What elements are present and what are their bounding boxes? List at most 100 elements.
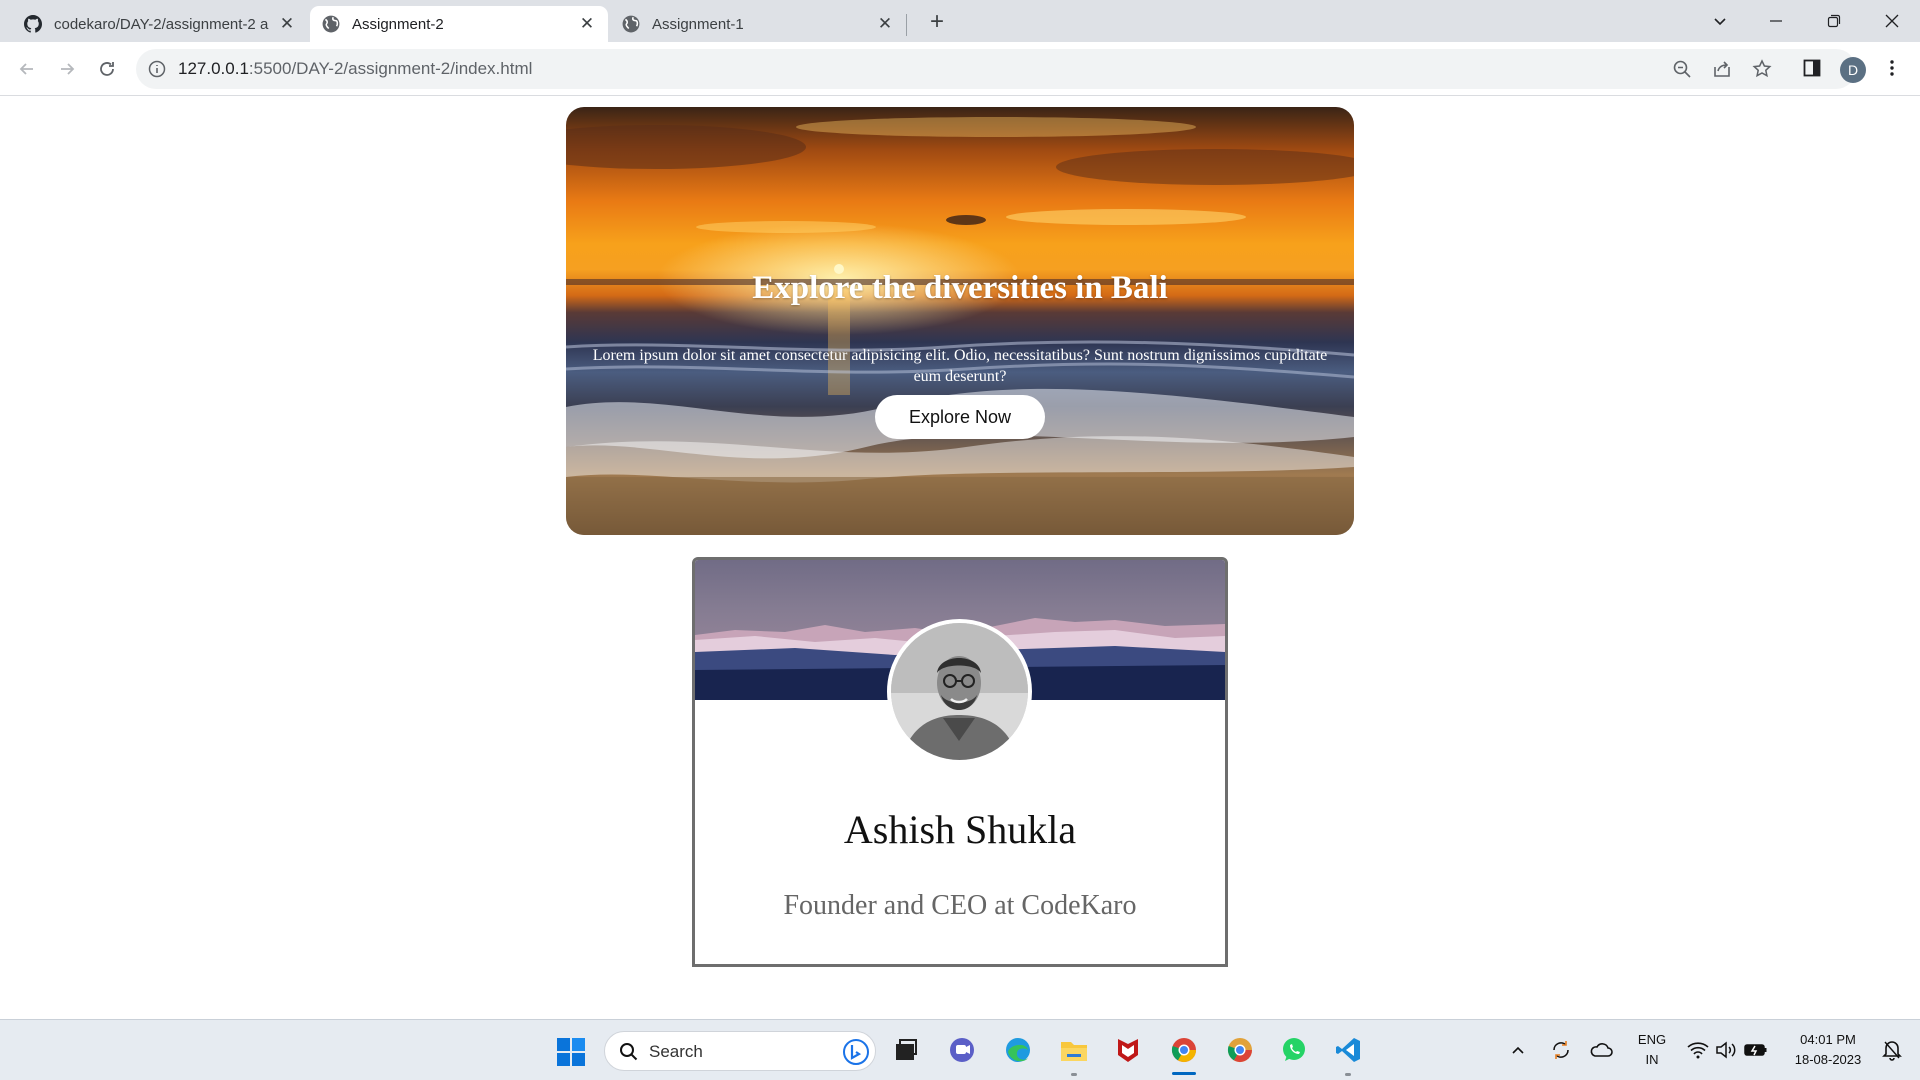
teams-chat-icon xyxy=(950,1038,974,1062)
tab-title: Assignment-2 xyxy=(352,15,444,33)
tab-strip: codekaro/DAY-2/assignment-2 a ✕ Assignme… xyxy=(0,0,1920,42)
explore-now-button[interactable]: Explore Now xyxy=(875,395,1045,439)
minimize-icon xyxy=(1770,20,1782,22)
sunset-beach-image xyxy=(566,117,1354,535)
search-label: Search xyxy=(649,1042,703,1061)
whatsapp-icon xyxy=(1283,1038,1305,1061)
clock-time: 04:01 PM xyxy=(1800,1032,1856,1047)
hero-title: Explore the diversities in Bali xyxy=(752,270,1168,306)
tab-search-button[interactable] xyxy=(1692,0,1748,42)
edge-icon xyxy=(1006,1038,1030,1062)
close-icon xyxy=(1885,14,1899,28)
chevron-down-icon xyxy=(1714,18,1726,26)
sync-icon xyxy=(1553,1041,1569,1059)
profile-avatar[interactable]: D xyxy=(1840,57,1866,83)
hero-description: Lorem ipsum dolor sit amet consectetur a… xyxy=(592,347,1328,385)
mcafee-button[interactable] xyxy=(1112,1034,1144,1066)
taskbar-search[interactable]: Search xyxy=(604,1031,876,1071)
minimize-button[interactable] xyxy=(1748,0,1804,42)
volume-tray-button[interactable] xyxy=(1712,1034,1740,1066)
chevron-up-icon xyxy=(1512,1046,1524,1054)
windows-taskbar: Search ENG IN 04:01 PM 18-08-2023 xyxy=(0,1019,1920,1080)
address-bar[interactable]: 127.0.0.1:5500/DAY-2/assignment-2/index.… xyxy=(136,49,1856,89)
restore-icon xyxy=(1827,14,1841,28)
tab-assignment-1[interactable]: Assignment-1 ✕ xyxy=(610,6,906,42)
whatsapp-button[interactable] xyxy=(1278,1034,1310,1066)
side-panel-button[interactable] xyxy=(1800,56,1824,80)
chrome-button[interactable] xyxy=(1168,1034,1200,1066)
arrow-right-icon xyxy=(61,63,75,75)
notifications-button[interactable] xyxy=(1878,1034,1906,1066)
close-tab-icon[interactable]: ✕ xyxy=(278,15,296,33)
onedrive-tray-button[interactable] xyxy=(1586,1034,1616,1066)
show-hidden-icons-button[interactable] xyxy=(1506,1034,1530,1066)
side-panel-icon xyxy=(1803,59,1821,77)
menu-button[interactable] xyxy=(1880,56,1904,80)
share-icon[interactable] xyxy=(1712,59,1732,79)
profile-role: Founder and CEO at CodeKaro xyxy=(783,890,1137,921)
back-button[interactable] xyxy=(12,54,42,84)
reload-icon xyxy=(100,62,114,76)
url-text[interactable]: 127.0.0.1:5500/DAY-2/assignment-2/index.… xyxy=(178,59,532,79)
tab-assignment-2[interactable]: Assignment-2 ✕ xyxy=(310,6,608,42)
tab-separator xyxy=(906,14,907,36)
running-indicator xyxy=(1345,1073,1351,1076)
tab-github[interactable]: codekaro/DAY-2/assignment-2 a ✕ xyxy=(12,6,308,42)
chrome-canary-button[interactable] xyxy=(1224,1034,1256,1066)
zoom-icon[interactable] xyxy=(1672,59,1692,79)
url-host: 127.0.0.1 xyxy=(178,59,249,78)
more-vert-icon xyxy=(1890,60,1894,76)
task-view-button[interactable] xyxy=(890,1034,922,1066)
page-viewport: Explore the diversities in Bali Lorem ip… xyxy=(0,97,1920,1019)
file-explorer-button[interactable] xyxy=(1058,1034,1090,1066)
file-explorer-icon xyxy=(1061,1042,1087,1061)
chrome-icon xyxy=(1171,1038,1196,1063)
close-tab-icon[interactable]: ✕ xyxy=(578,15,596,33)
running-indicator xyxy=(1071,1073,1077,1076)
restore-button[interactable] xyxy=(1806,0,1862,42)
windows-start-icon[interactable] xyxy=(557,1038,585,1066)
clock[interactable]: 04:01 PM 18-08-2023 xyxy=(1780,1030,1876,1070)
wifi-icon xyxy=(1687,1042,1709,1059)
forward-button[interactable] xyxy=(52,54,82,84)
hero-banner: Explore the diversities in Bali Lorem ip… xyxy=(566,107,1354,535)
profile-card: Ashish Shukla Founder and CEO at CodeKar… xyxy=(692,557,1228,967)
chrome-canary-icon xyxy=(1227,1038,1252,1063)
language-indicator[interactable]: ENG IN xyxy=(1626,1030,1678,1070)
notification-bell-icon xyxy=(1882,1041,1902,1061)
language-code: ENG xyxy=(1637,1032,1667,1047)
search-icon xyxy=(620,1043,638,1061)
bing-icon[interactable] xyxy=(843,1039,869,1065)
bookmark-star-icon[interactable] xyxy=(1752,59,1772,79)
teams-chat-button[interactable] xyxy=(946,1034,978,1066)
region-code: IN xyxy=(1645,1052,1659,1067)
tab-title: codekaro/DAY-2/assignment-2 a xyxy=(54,15,269,33)
url-path: :5500/DAY-2/assignment-2/index.html xyxy=(248,59,533,78)
vscode-button[interactable] xyxy=(1332,1034,1364,1066)
reload-button[interactable] xyxy=(92,54,122,84)
github-icon xyxy=(24,15,42,33)
new-tab-button[interactable]: + xyxy=(923,8,951,36)
globe-icon xyxy=(622,15,640,33)
active-app-indicator xyxy=(1172,1072,1196,1075)
battery-tray-button[interactable] xyxy=(1742,1034,1770,1066)
info-icon[interactable] xyxy=(148,60,166,78)
clock-date: 18-08-2023 xyxy=(1794,1052,1862,1067)
volume-icon xyxy=(1716,1041,1736,1059)
browser-toolbar: 127.0.0.1:5500/DAY-2/assignment-2/index.… xyxy=(0,42,1920,96)
sync-tray-button[interactable] xyxy=(1546,1034,1576,1066)
edge-button[interactable] xyxy=(1002,1034,1034,1066)
task-view-icon xyxy=(896,1039,917,1060)
person-portrait-image xyxy=(891,623,1028,760)
profile-name: Ashish Shukla xyxy=(843,807,1077,852)
close-window-button[interactable] xyxy=(1864,0,1920,42)
cloud-icon xyxy=(1590,1043,1613,1057)
wifi-tray-button[interactable] xyxy=(1684,1034,1712,1066)
tab-title: Assignment-1 xyxy=(652,15,744,33)
arrow-left-icon xyxy=(19,63,33,75)
vscode-icon xyxy=(1336,1038,1360,1062)
avatar xyxy=(887,619,1032,764)
close-tab-icon[interactable]: ✕ xyxy=(876,15,894,33)
battery-charging-icon xyxy=(1744,1044,1767,1056)
globe-icon xyxy=(322,15,340,33)
